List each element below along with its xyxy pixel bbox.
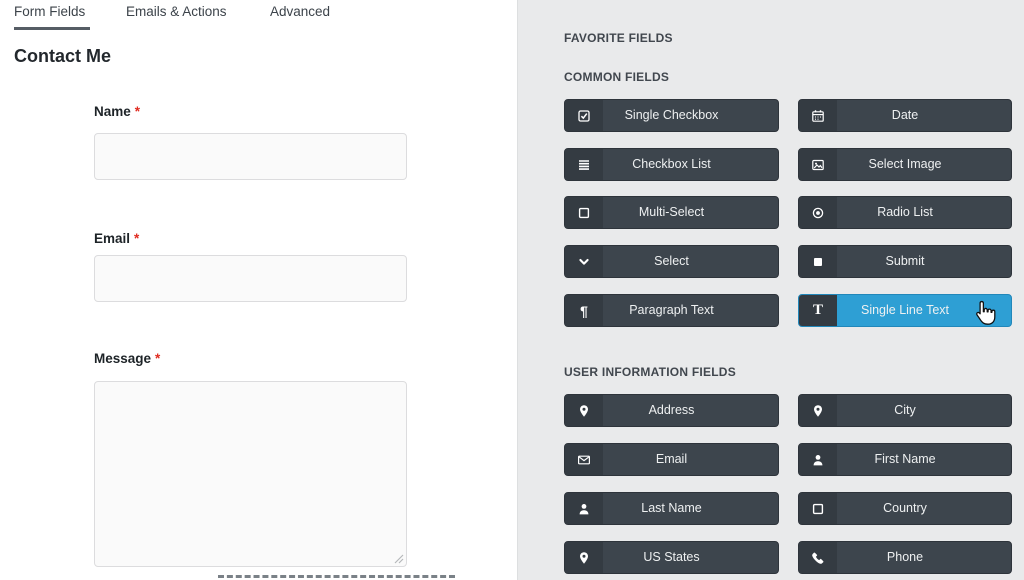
field-button-email[interactable]: Email	[564, 443, 779, 476]
field-button-us-states[interactable]: US States	[564, 541, 779, 574]
field-button-submit[interactable]: Submit	[798, 245, 1012, 278]
field-button-checkbox-list[interactable]: Checkbox List	[564, 148, 779, 181]
field-button-select[interactable]: Select	[564, 245, 779, 278]
required-asterisk: *	[135, 104, 140, 119]
name-field-label: Name*	[94, 104, 140, 119]
active-tab-underline	[14, 27, 90, 30]
field-button-last-name[interactable]: Last Name	[564, 492, 779, 525]
tab-form-fields[interactable]: Form Fields	[14, 4, 85, 19]
field-button-country[interactable]: Country	[798, 492, 1012, 525]
field-button-single-line-text[interactable]: T Single Line Text	[798, 294, 1012, 327]
common-fields-header: COMMON FIELDS	[564, 70, 669, 84]
tab-emails-actions[interactable]: Emails & Actions	[126, 4, 227, 19]
message-field[interactable]	[94, 381, 407, 567]
field-picker-panel: FAVORITE FIELDS COMMON FIELDS Single Che…	[517, 0, 1024, 580]
message-field-label: Message*	[94, 351, 160, 366]
tab-advanced[interactable]: Advanced	[270, 4, 330, 19]
user-information-fields-header: USER INFORMATION FIELDS	[564, 365, 736, 379]
field-button-single-checkbox[interactable]: Single Checkbox	[564, 99, 779, 132]
form-builder-canvas: Form Fields Emails & Actions Advanced Co…	[0, 0, 517, 580]
field-button-radio-list[interactable]: Radio List	[798, 196, 1012, 229]
field-button-multi-select[interactable]: Multi-Select	[564, 196, 779, 229]
field-button-select-image[interactable]: Select Image	[798, 148, 1012, 181]
next-field-dashed-edge	[218, 575, 455, 580]
required-asterisk: *	[155, 351, 160, 366]
field-button-first-name[interactable]: First Name	[798, 443, 1012, 476]
email-field[interactable]	[94, 255, 407, 302]
field-button-paragraph-text[interactable]: ¶ Paragraph Text	[564, 294, 779, 327]
favorite-fields-header: FAVORITE FIELDS	[564, 31, 673, 45]
page-title: Contact Me	[14, 46, 111, 67]
required-asterisk: *	[134, 231, 139, 246]
field-button-phone[interactable]: Phone	[798, 541, 1012, 574]
field-button-date[interactable]: Date	[798, 99, 1012, 132]
field-button-address[interactable]: Address	[564, 394, 779, 427]
email-field-label: Email*	[94, 231, 139, 246]
field-button-city[interactable]: City	[798, 394, 1012, 427]
name-field[interactable]	[94, 133, 407, 180]
